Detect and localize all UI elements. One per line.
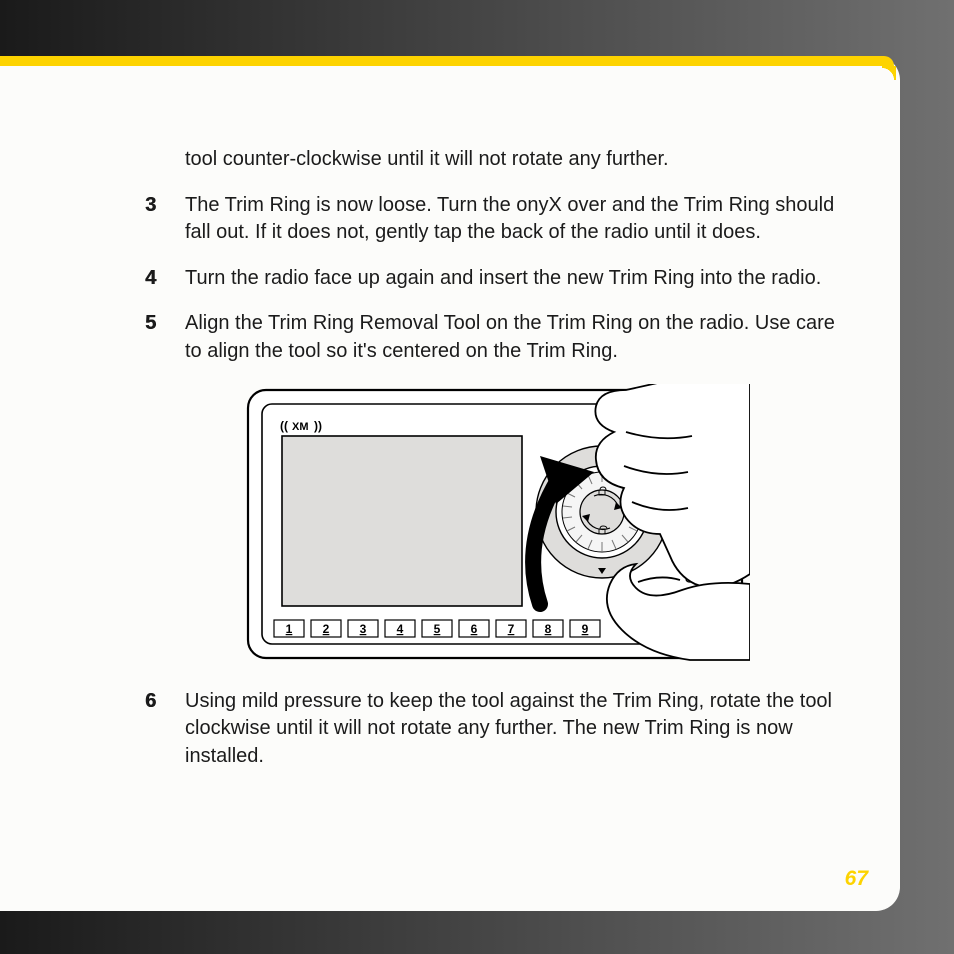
page-number: 67 [845,867,868,891]
svg-text:9: 9 [582,622,589,636]
step-number: 4 [145,265,185,293]
step-text: Align the Trim Ring Removal Tool on the … [185,310,845,365]
svg-text:)): )) [314,419,322,433]
svg-text:4: 4 [397,622,404,636]
xm-logo: (( XM )) [280,419,322,433]
step-number: 3 [145,192,185,247]
svg-text:XM: XM [292,421,309,433]
continuation-line: tool counter-clockwise until it will not… [185,146,845,174]
svg-text:7: 7 [508,622,515,636]
step-text: The Trim Ring is now loose. Turn the ony… [185,192,845,247]
svg-text:1: 1 [286,622,293,636]
step-text: Turn the radio face up again and insert … [185,265,845,293]
svg-text:8: 8 [545,622,552,636]
manual-page: tool counter-clockwise until it will not… [0,56,900,911]
step-number: 6 [145,688,185,771]
svg-text:5: 5 [434,622,441,636]
step-number: 5 [145,310,185,365]
trim-ring-illustration: (( XM )) [145,384,845,664]
svg-text:3: 3 [360,622,367,636]
header-yellow-bar [0,56,894,66]
step-3: 3 The Trim Ring is now loose. Turn the o… [145,192,845,247]
step-4: 4 Turn the radio face up again and inser… [145,265,845,293]
radio-illustration-svg: (( XM )) [240,384,750,664]
step-6: 6 Using mild pressure to keep the tool a… [145,688,845,771]
step-5: 5 Align the Trim Ring Removal Tool on th… [145,310,845,365]
svg-text:6: 6 [471,622,478,636]
preset-row: 1 2 3 4 5 6 7 8 9 [274,620,600,637]
svg-text:((: (( [280,419,288,433]
step-text: Using mild pressure to keep the tool aga… [185,688,845,771]
page-content: tool counter-clockwise until it will not… [145,146,845,788]
svg-text:2: 2 [323,622,330,636]
